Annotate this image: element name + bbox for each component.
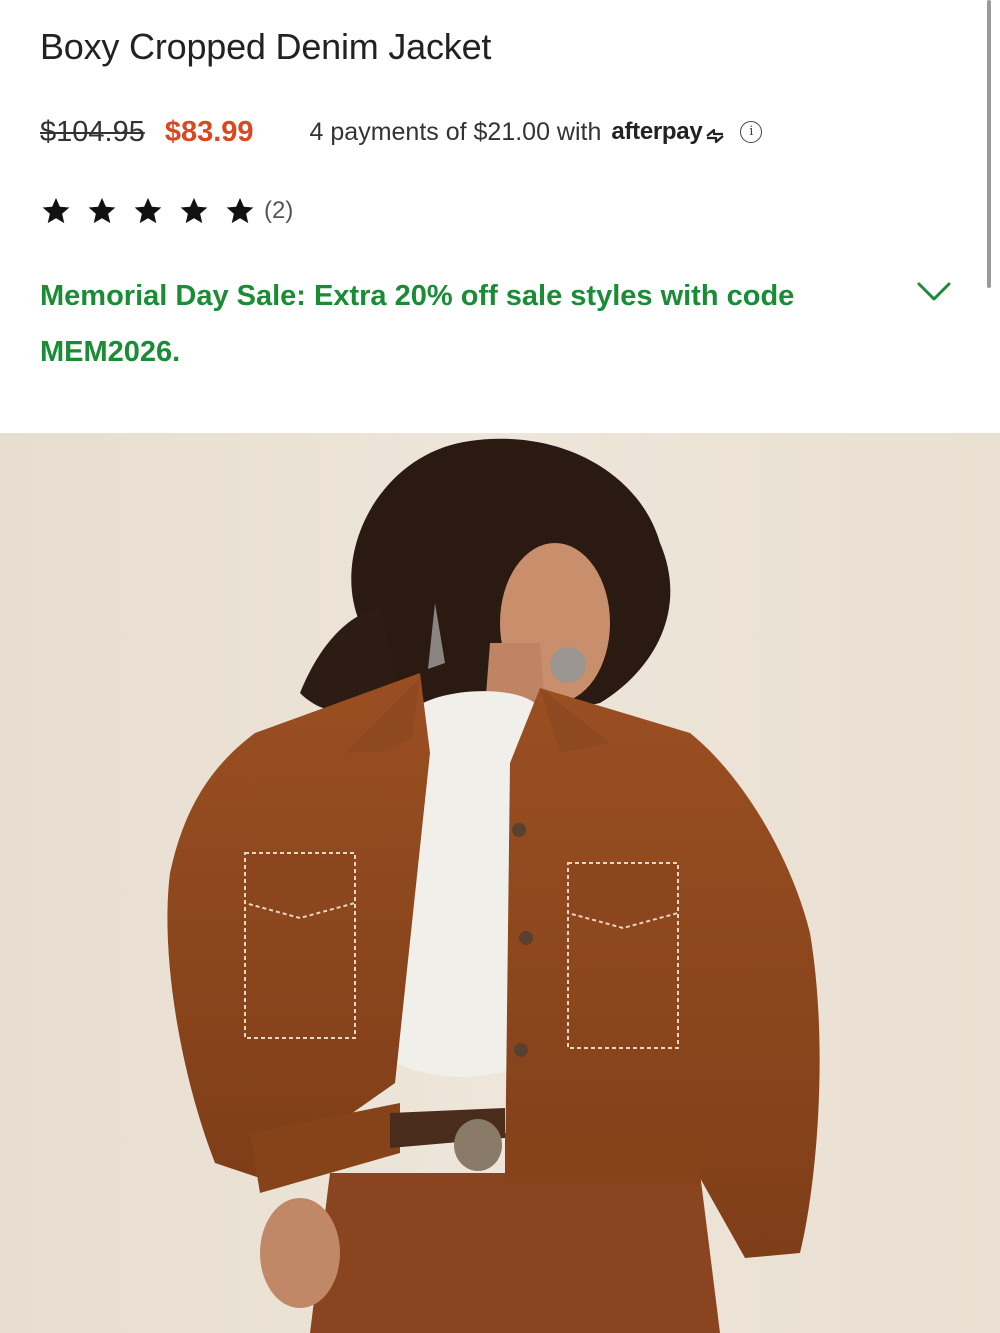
afterpay-installments-text: 4 payments of $21.00 with <box>309 117 602 146</box>
star-icon <box>224 195 256 227</box>
promo-message: Memorial Day Sale: Extra 20% off sale st… <box>40 280 795 368</box>
afterpay-arrows-icon <box>704 124 726 143</box>
sale-price: $83.99 <box>164 115 254 148</box>
info-circle-icon[interactable]: i <box>740 121 763 143</box>
star-icon <box>40 195 72 227</box>
product-title: Boxy Cropped Denim Jacket <box>40 26 492 67</box>
product-detail-page: Boxy Cropped Denim Jacket $104.95 $83.99… <box>0 0 1000 1333</box>
star-icon <box>86 195 118 227</box>
afterpay-logo[interactable]: afterpay <box>611 118 726 146</box>
star-icon <box>178 195 210 227</box>
price-row: $104.95 $83.99 4 payments of $21.00 with… <box>40 112 763 152</box>
afterpay-message: 4 payments of $21.00 with afterpay i <box>310 118 763 147</box>
original-price: $104.95 <box>40 115 145 148</box>
product-photo[interactable] <box>0 433 1000 1333</box>
afterpay-brand-text: afterpay <box>611 118 703 145</box>
star-icon <box>132 195 164 227</box>
review-count[interactable]: (2) <box>264 197 293 225</box>
scrollbar[interactable] <box>987 0 991 288</box>
rating-row[interactable]: (2) <box>40 192 293 230</box>
chevron-down-icon[interactable] <box>914 277 954 307</box>
